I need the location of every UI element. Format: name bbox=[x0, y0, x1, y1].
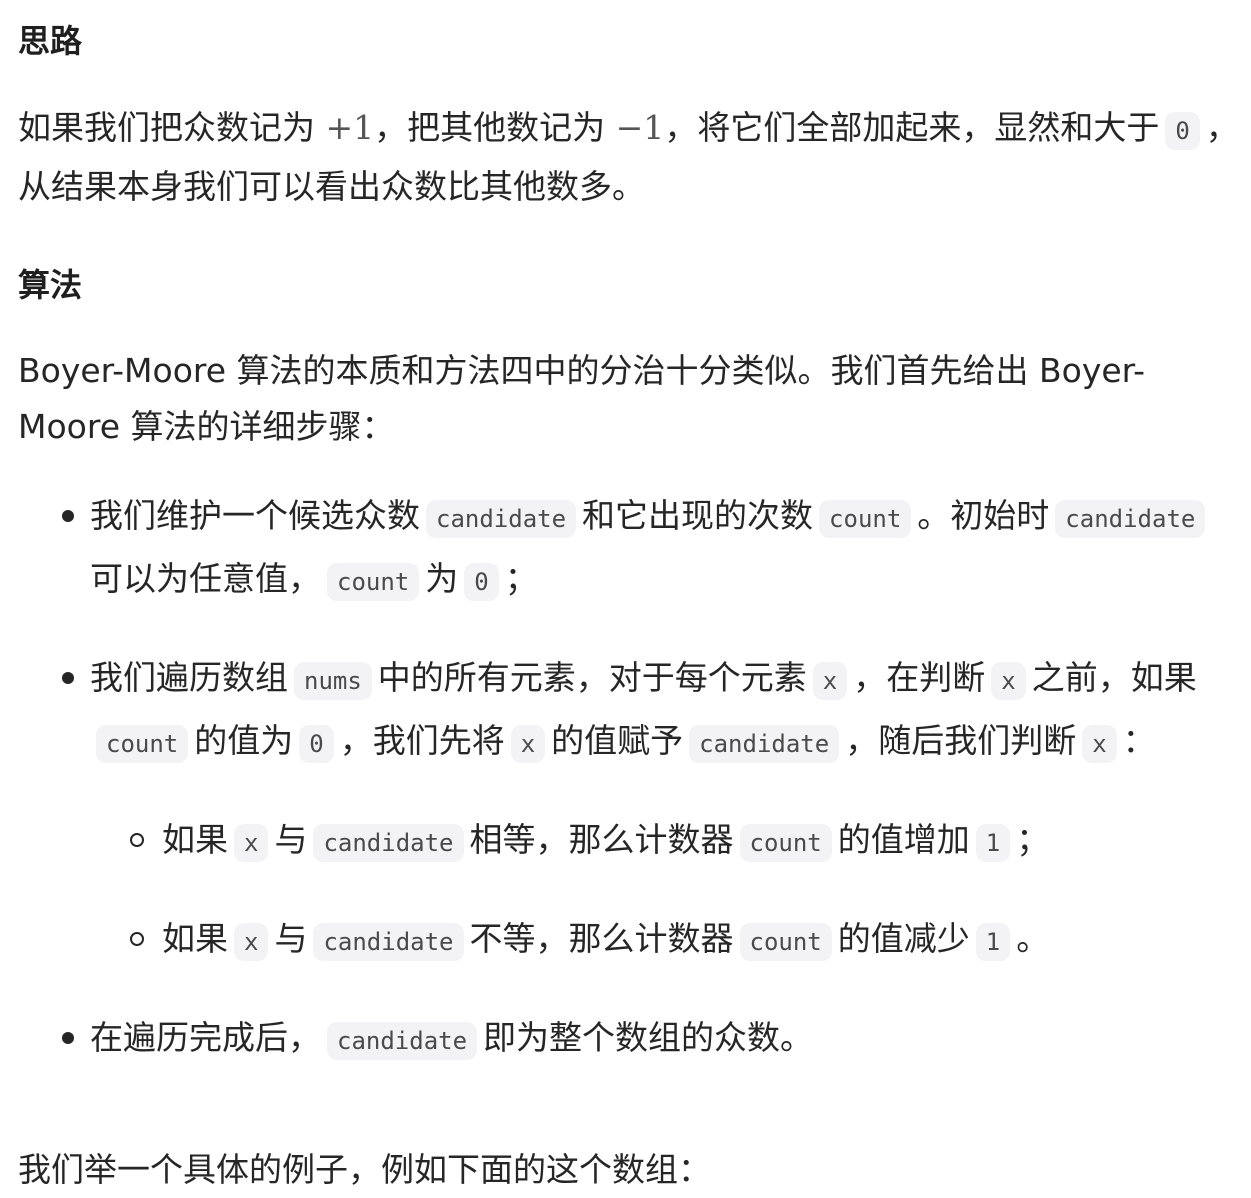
list-item: 我们遍历数组 nums 中的所有元素，对于每个元素 x ，在判断 x 之前，如果count 的… bbox=[18, 648, 1240, 972]
inline-code: x bbox=[991, 662, 1026, 700]
sub-list: 如果 x 与 candidate 相等，那么计数器 count 的值增加 1； 如果 x 与 can… bbox=[90, 810, 1240, 972]
inline-code: count bbox=[739, 824, 832, 862]
text: 的值减少 bbox=[837, 919, 970, 958]
text: 为 bbox=[425, 559, 459, 598]
list-item: 我们维护一个候选众数 candidate 和它出现的次数 count 。初始时 candi… bbox=[18, 486, 1240, 612]
inline-code: nums bbox=[294, 662, 372, 700]
text: 。初始时 bbox=[917, 496, 1050, 535]
text: 我们遍历数组 bbox=[90, 658, 288, 697]
bullet-icon bbox=[62, 1032, 74, 1044]
example-intro: 我们举一个具体的例子，例如下面的这个数组： bbox=[18, 1150, 711, 1189]
inline-code: candidate bbox=[1055, 500, 1206, 538]
inline-code: 1 bbox=[975, 824, 1011, 862]
text: 即为整个数组的众数。 bbox=[483, 1018, 814, 1057]
math-minus-one: −1 bbox=[615, 108, 665, 147]
circle-bullet-icon bbox=[130, 833, 144, 847]
inline-code: x bbox=[1082, 725, 1117, 763]
inline-code: 1 bbox=[975, 923, 1011, 961]
text: ，把其他数记为 bbox=[374, 108, 616, 147]
inline-code: 0 bbox=[464, 563, 499, 601]
text: 如果 bbox=[162, 820, 228, 859]
text: ，随后我们判断 bbox=[845, 721, 1077, 760]
text: ； bbox=[504, 559, 538, 598]
text: 不等，那么计数器 bbox=[469, 919, 734, 958]
text: 之前，如果 bbox=[1031, 658, 1197, 697]
text: 的值增加 bbox=[837, 820, 970, 859]
inline-code: count bbox=[739, 923, 832, 961]
text: 可以为任意值， bbox=[90, 559, 321, 598]
inline-code: 0 bbox=[1165, 112, 1200, 150]
text: 与 bbox=[274, 820, 308, 859]
text: ，我们先将 bbox=[339, 721, 505, 760]
inline-code: candidate bbox=[689, 725, 840, 763]
idea-paragraph: 如果我们把众数记为 +1，把其他数记为 −1，将它们全部加起来，显然和大于 0 ，从… bbox=[18, 100, 1240, 215]
list-item: 在遍历完成后， candidate 即为整个数组的众数。 bbox=[18, 1008, 1240, 1071]
section-heading-algorithm: 算法 bbox=[18, 266, 83, 304]
text: 的值赋予 bbox=[551, 721, 684, 760]
inline-code: count bbox=[96, 725, 189, 763]
inline-code: candidate bbox=[426, 500, 577, 538]
text: ： bbox=[1122, 721, 1156, 760]
text: 相等，那么计数器 bbox=[469, 820, 734, 859]
math-plus-one: +1 bbox=[325, 108, 375, 147]
text: 我们维护一个候选众数 bbox=[90, 496, 420, 535]
text: 与 bbox=[274, 919, 308, 958]
inline-code: x bbox=[510, 725, 546, 763]
text: ，将它们全部加起来，显然和大于 bbox=[664, 108, 1160, 147]
inline-code: 0 bbox=[299, 725, 334, 763]
bullet-icon bbox=[62, 510, 74, 522]
sub-list-item: 如果 x 与 candidate 相等，那么计数器 count 的值增加 1； bbox=[90, 810, 1240, 873]
text: 如果 bbox=[162, 919, 228, 958]
inline-code: x bbox=[812, 662, 848, 700]
text: 的值为 bbox=[194, 721, 294, 760]
algorithm-intro: Boyer-Moore 算法的本质和方法四中的分治十分类似。我们首先给出 Boy… bbox=[18, 351, 1146, 446]
inline-code: candidate bbox=[327, 1022, 478, 1060]
text: 如果我们把众数记为 bbox=[18, 108, 326, 147]
steps-list: 我们维护一个候选众数 candidate 和它出现的次数 count 。初始时 candi… bbox=[18, 486, 1240, 1071]
inline-code: count bbox=[327, 563, 420, 601]
inline-code: candidate bbox=[313, 824, 464, 862]
inline-code: candidate bbox=[313, 923, 464, 961]
text: ，在判断 bbox=[853, 658, 986, 697]
inline-code: count bbox=[819, 500, 912, 538]
circle-bullet-icon bbox=[130, 932, 144, 946]
bullet-icon bbox=[62, 672, 74, 684]
text: ； bbox=[1016, 820, 1050, 859]
text: 在遍历完成后， bbox=[90, 1018, 321, 1057]
text: 和它出现的次数 bbox=[582, 496, 814, 535]
sub-list-item: 如果 x 与 candidate 不等，那么计数器 count 的值减少 1。 bbox=[90, 909, 1240, 972]
inline-code: x bbox=[234, 824, 269, 862]
text: 中的所有元素，对于每个元素 bbox=[377, 658, 807, 697]
section-heading-idea: 思路 bbox=[18, 22, 83, 60]
text: 。 bbox=[1016, 919, 1050, 958]
inline-code: x bbox=[234, 923, 269, 961]
